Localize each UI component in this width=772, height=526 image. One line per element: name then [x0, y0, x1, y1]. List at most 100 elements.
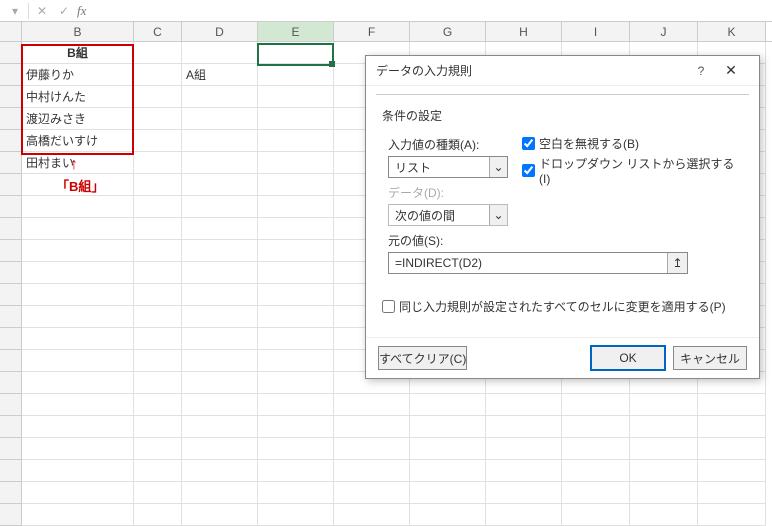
cell[interactable]	[22, 460, 134, 482]
column-header[interactable]: C	[134, 22, 182, 41]
fx-icon[interactable]: fx	[77, 3, 86, 19]
cell[interactable]	[134, 328, 182, 350]
cell[interactable]	[134, 196, 182, 218]
cell[interactable]	[698, 460, 766, 482]
in-cell-dropdown-checkbox[interactable]: ドロップダウン リストから選択する(I)	[522, 155, 743, 186]
cell[interactable]	[134, 174, 182, 196]
row-header[interactable]	[0, 350, 22, 372]
cell[interactable]	[630, 460, 698, 482]
cell[interactable]	[258, 218, 334, 240]
cell[interactable]	[334, 394, 410, 416]
cell[interactable]	[182, 86, 258, 108]
allow-combo[interactable]: リスト ⌄	[388, 156, 508, 178]
cell[interactable]	[22, 262, 134, 284]
cell[interactable]	[182, 350, 258, 372]
close-icon[interactable]: ✕	[713, 62, 749, 79]
cancel-button[interactable]: キャンセル	[673, 346, 747, 370]
row-header[interactable]	[0, 130, 22, 152]
cell[interactable]	[258, 306, 334, 328]
cell[interactable]	[334, 482, 410, 504]
column-header[interactable]: G	[410, 22, 486, 41]
cell[interactable]	[486, 504, 562, 526]
cell[interactable]	[630, 416, 698, 438]
cell[interactable]	[410, 438, 486, 460]
dropdown-icon[interactable]: ▾	[6, 2, 24, 20]
cell[interactable]	[258, 262, 334, 284]
range-picker-icon[interactable]: ↥	[667, 253, 687, 273]
cell[interactable]	[698, 504, 766, 526]
cell[interactable]	[134, 108, 182, 130]
cell[interactable]	[182, 284, 258, 306]
cell[interactable]	[182, 42, 258, 64]
cell[interactable]	[22, 372, 134, 394]
row-header[interactable]	[0, 416, 22, 438]
cell[interactable]	[630, 438, 698, 460]
column-header[interactable]: I	[562, 22, 630, 41]
cell[interactable]	[22, 504, 134, 526]
cell[interactable]: A組	[182, 64, 258, 86]
cell[interactable]	[258, 482, 334, 504]
cell[interactable]	[486, 482, 562, 504]
cell[interactable]	[258, 152, 334, 174]
cell[interactable]	[134, 152, 182, 174]
cell[interactable]: 伊藤りか	[22, 64, 134, 86]
cell[interactable]	[486, 460, 562, 482]
ok-button[interactable]: OK	[591, 346, 665, 370]
cell[interactable]	[410, 416, 486, 438]
cell[interactable]	[22, 196, 134, 218]
cell[interactable]	[134, 284, 182, 306]
cell[interactable]	[22, 306, 134, 328]
cell[interactable]	[258, 240, 334, 262]
cell[interactable]	[22, 438, 134, 460]
cell[interactable]	[258, 108, 334, 130]
cell[interactable]	[134, 350, 182, 372]
row-header[interactable]	[0, 108, 22, 130]
row-header[interactable]	[0, 306, 22, 328]
cell[interactable]: B組	[22, 42, 134, 64]
cell[interactable]	[258, 284, 334, 306]
cell[interactable]	[410, 460, 486, 482]
cell[interactable]	[182, 240, 258, 262]
cell[interactable]	[22, 394, 134, 416]
column-header[interactable]: F	[334, 22, 410, 41]
column-header[interactable]: K	[698, 22, 766, 41]
cell[interactable]	[182, 482, 258, 504]
cancel-icon[interactable]: ✕	[33, 2, 51, 20]
cell[interactable]	[182, 416, 258, 438]
row-header[interactable]	[0, 64, 22, 86]
cell[interactable]	[182, 460, 258, 482]
row-header[interactable]	[0, 86, 22, 108]
column-header[interactable]: H	[486, 22, 562, 41]
cell[interactable]	[258, 438, 334, 460]
cell[interactable]	[134, 218, 182, 240]
help-icon[interactable]: ?	[689, 64, 713, 78]
cell[interactable]	[258, 64, 334, 86]
cell[interactable]	[134, 504, 182, 526]
cell[interactable]	[630, 482, 698, 504]
cell[interactable]	[22, 350, 134, 372]
cell[interactable]	[134, 130, 182, 152]
cell[interactable]	[630, 504, 698, 526]
cell[interactable]	[258, 350, 334, 372]
cell[interactable]	[486, 416, 562, 438]
row-header[interactable]	[0, 394, 22, 416]
cell[interactable]	[22, 284, 134, 306]
row-header[interactable]	[0, 262, 22, 284]
cell[interactable]	[486, 394, 562, 416]
cell[interactable]	[22, 218, 134, 240]
row-header[interactable]	[0, 196, 22, 218]
row-header[interactable]	[0, 284, 22, 306]
column-header[interactable]: E	[258, 22, 334, 41]
cell[interactable]	[182, 438, 258, 460]
cell[interactable]	[630, 394, 698, 416]
row-header[interactable]	[0, 152, 22, 174]
cell[interactable]	[258, 42, 334, 64]
cell[interactable]	[134, 262, 182, 284]
cell[interactable]	[182, 372, 258, 394]
cell[interactable]	[134, 460, 182, 482]
cell[interactable]	[258, 394, 334, 416]
row-header[interactable]	[0, 328, 22, 350]
column-header[interactable]: B	[22, 22, 134, 41]
row-header[interactable]	[0, 504, 22, 526]
cell[interactable]	[182, 152, 258, 174]
